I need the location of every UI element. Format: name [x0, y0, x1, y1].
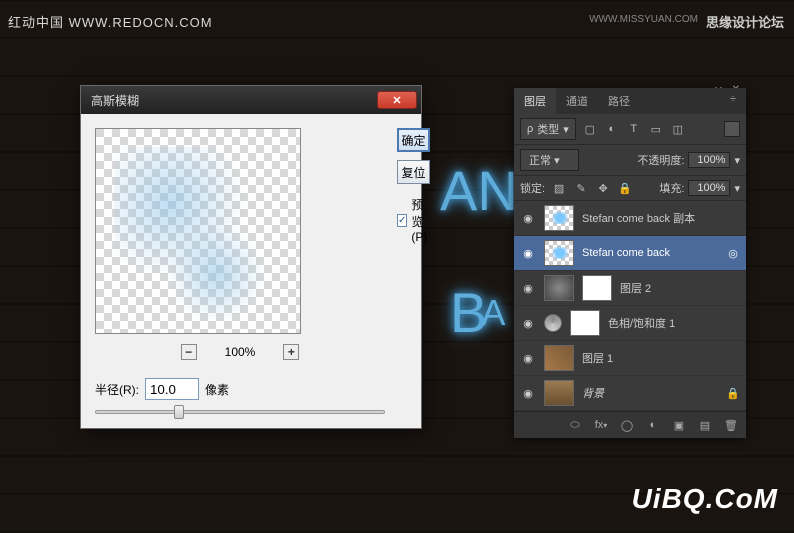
gaussian-blur-dialog: 高斯模糊 ✕ − 100% + 半径(R): 像素 确定 复位 ✓ [80, 85, 422, 429]
fx-icon[interactable]: fx▾ [594, 418, 608, 432]
lock-transparent-icon[interactable]: ▨ [551, 180, 567, 196]
ok-button[interactable]: 确定 [397, 128, 430, 152]
filter-image-icon[interactable]: ▢ [582, 121, 598, 137]
panel-menu-icon[interactable]: ÷ [720, 88, 746, 114]
lock-icon: 🔒 [726, 387, 740, 400]
lock-brush-icon[interactable]: ✎ [573, 180, 589, 196]
link-layers-icon[interactable]: ⬭ [568, 418, 582, 432]
delete-layer-icon[interactable]: 🗑 [724, 418, 738, 432]
filter-type-icon[interactable]: T [626, 121, 642, 137]
visibility-toggle[interactable]: ◉ [520, 385, 536, 401]
mask-thumbnail[interactable] [570, 310, 600, 336]
tab-channels[interactable]: 通道 [556, 88, 598, 114]
layer-thumbnail[interactable] [544, 275, 574, 301]
layer-row[interactable]: ◉ 背景 🔒 [514, 376, 746, 411]
visibility-toggle[interactable]: ◉ [520, 210, 536, 226]
layer-thumbnail[interactable] [544, 240, 574, 266]
watermark-bottom-right: UiBQ.CoM [632, 483, 778, 515]
layers-panel: 图层 通道 路径 ÷ ρ 类型 ▾ ▢ ◐ T ▭ ◫ 正常 ▾ 不透明度: 1… [514, 88, 746, 438]
preview-checkbox[interactable]: ✓ [397, 214, 407, 227]
layer-thumbnail[interactable] [544, 345, 574, 371]
tab-paths[interactable]: 路径 [598, 88, 640, 114]
panel-footer: ⬭ fx▾ ◯ ◐ ▣ ▤ 🗑 [514, 411, 746, 438]
lock-all-icon[interactable]: 🔒 [617, 180, 633, 196]
tab-layers[interactable]: 图层 [514, 88, 556, 114]
new-group-icon[interactable]: ▣ [672, 418, 686, 432]
lock-move-icon[interactable]: ✥ [595, 180, 611, 196]
opacity-label: 不透明度: [637, 152, 684, 168]
layer-name[interactable]: 图层 2 [620, 280, 740, 296]
neon-text-2: BA [450, 280, 505, 345]
blend-mode-select[interactable]: 正常 ▾ [520, 149, 579, 171]
layer-name[interactable]: 背景 [582, 385, 718, 401]
layer-row[interactable]: ◉ 图层 2 [514, 271, 746, 306]
layer-name[interactable]: Stefan come back 副本 [582, 210, 740, 226]
layer-name[interactable]: 色相/饱和度 1 [608, 315, 740, 331]
close-button[interactable]: ✕ [377, 91, 417, 109]
radius-label: 半径(R): [95, 381, 139, 398]
filter-shape-icon[interactable]: ▭ [648, 121, 664, 137]
preview-area[interactable] [95, 128, 301, 334]
filter-effects-icon[interactable]: ◎ [726, 247, 740, 260]
filter-adjust-icon[interactable]: ◐ [604, 121, 620, 137]
dialog-title: 高斯模糊 [91, 92, 139, 109]
radius-slider[interactable] [95, 410, 385, 414]
layer-name[interactable]: 图层 1 [582, 350, 740, 366]
layer-row[interactable]: ◉ Stefan come back ◎ [514, 236, 746, 271]
layer-row[interactable]: ◉ Stefan come back 副本 [514, 201, 746, 236]
radius-input[interactable] [145, 378, 199, 400]
adjustment-icon [544, 314, 562, 332]
layer-row[interactable]: ◉ 色相/饱和度 1 [514, 306, 746, 341]
filter-smart-icon[interactable]: ◫ [670, 121, 686, 137]
visibility-toggle[interactable]: ◉ [520, 245, 536, 261]
watermark-top-right-url: WWW.MISSYUAN.COM [589, 14, 698, 25]
visibility-toggle[interactable]: ◉ [520, 280, 536, 296]
reset-button[interactable]: 复位 [397, 160, 430, 184]
add-adjustment-icon[interactable]: ◐ [646, 418, 660, 432]
zoom-in-button[interactable]: + [283, 344, 299, 360]
layers-list: ◉ Stefan come back 副本 ◉ Stefan come back ◎ ◉ 图… [514, 201, 746, 411]
lock-label: 锁定: [520, 180, 545, 196]
filter-toggle[interactable] [724, 121, 740, 137]
fill-label: 填充: [659, 180, 684, 196]
layer-thumbnail[interactable] [544, 205, 574, 231]
radius-unit: 像素 [205, 381, 229, 398]
dialog-titlebar[interactable]: 高斯模糊 ✕ [81, 86, 421, 114]
new-layer-icon[interactable]: ▤ [698, 418, 712, 432]
zoom-out-button[interactable]: − [181, 344, 197, 360]
mask-thumbnail[interactable] [582, 275, 612, 301]
visibility-toggle[interactable]: ◉ [520, 315, 536, 331]
neon-text-1: AN [440, 158, 518, 223]
layer-name[interactable]: Stefan come back [582, 247, 718, 259]
visibility-toggle[interactable]: ◉ [520, 350, 536, 366]
layer-row[interactable]: ◉ 图层 1 [514, 341, 746, 376]
layer-thumbnail[interactable] [544, 380, 574, 406]
slider-thumb[interactable] [174, 405, 184, 419]
panel-tabs: 图层 通道 路径 ÷ [514, 88, 746, 114]
layer-kind-filter[interactable]: ρ 类型 ▾ [520, 118, 576, 140]
watermark-top-left: 红动中国 WWW.REDOCN.COM [8, 12, 213, 31]
preview-checkbox-label: 预览(P) [411, 196, 430, 244]
watermark-top-right: 思缘设计论坛 [706, 12, 784, 31]
zoom-percent: 100% [225, 345, 256, 359]
add-mask-icon[interactable]: ◯ [620, 418, 634, 432]
opacity-input[interactable]: 100% [688, 152, 730, 168]
fill-input[interactable]: 100% [688, 180, 730, 196]
